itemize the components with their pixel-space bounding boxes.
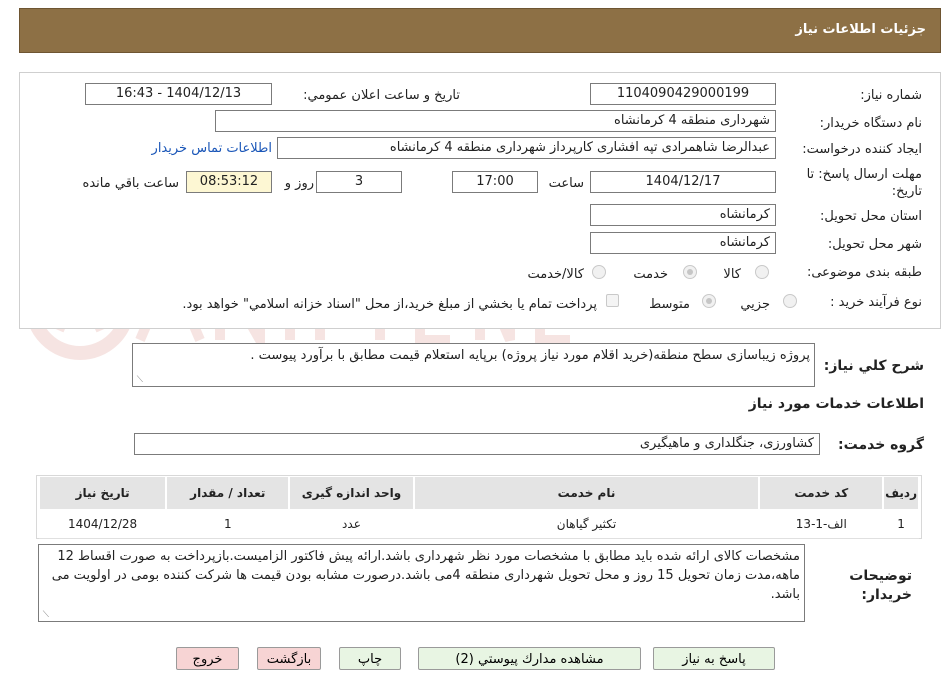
cell-quantity: 1: [166, 509, 290, 539]
process-minor-label: جزيي: [740, 297, 770, 312]
days-remaining-field[interactable]: 3: [316, 171, 402, 193]
days-label: روز و: [284, 176, 314, 191]
need-number-label: شماره نياز:: [860, 88, 922, 103]
col-unit: واحد اندازه گيری: [288, 477, 415, 509]
back-button[interactable]: بازگشت: [257, 647, 321, 670]
cell-row-number: 1: [883, 509, 919, 539]
category-goods-service-label: كالا/خدمت: [527, 267, 584, 282]
treasury-payment-checkbox[interactable]: [606, 294, 619, 307]
category-goods-radio[interactable]: [755, 265, 769, 279]
buyer-notes-label: توضيحات خريدار:: [849, 568, 912, 603]
col-quantity: تعداد / مقدار: [165, 477, 291, 509]
treasury-payment-note: پرداخت تمام يا بخشي از مبلغ خريد،از محل …: [182, 297, 597, 312]
remaining-time-field: 08:53:12: [186, 171, 272, 193]
table-row[interactable]: 1 الف-1-13 تکثیر گیاهان عدد 1 1404/12/28: [39, 509, 919, 539]
view-attachments-button[interactable]: مشاهده مدارك پيوستي (2): [418, 647, 641, 670]
announce-datetime-field[interactable]: 1404/12/13 - 16:43: [85, 83, 272, 105]
process-medium-radio[interactable]: [702, 294, 716, 308]
col-need-date: تاريخ نياز: [37, 477, 168, 509]
service-group-label: گروه خدمت:: [838, 437, 924, 453]
services-table-header: رديف كد خدمت نام خدمت واحد اندازه گيری ت…: [37, 477, 920, 509]
summary-label: شرح كلي نياز:: [823, 358, 924, 374]
cell-unit: عدد: [289, 509, 414, 539]
cell-service-code: الف-1-13: [759, 509, 884, 539]
services-section-title: اطلاعات خدمات مورد نياز: [748, 396, 924, 412]
buyer-org-label: نام دستگاه خريدار:: [819, 116, 922, 131]
page-title: جزئيات اطلاعات نياز: [795, 22, 926, 37]
province-label: استان محل تحويل:: [820, 209, 922, 224]
col-row-number: رديف: [882, 477, 920, 509]
cell-need-date: 1404/12/28: [39, 509, 167, 539]
buyer-notes-text: مشخصات کالای ارائه شده باید مطابق با مشخ…: [51, 549, 800, 602]
summary-text: پروژه زیباسازی سطح منطقه(خرید اقلام مورد…: [250, 348, 810, 363]
col-service-name: نام خدمت: [412, 477, 761, 509]
deadline-label: مهلت ارسال پاسخ: تا تاريخ:: [806, 167, 922, 199]
category-service-label: خدمت: [633, 267, 668, 282]
deadline-time-label: ساعت: [548, 176, 584, 191]
resize-grip-icon[interactable]: ⟋: [135, 376, 143, 385]
announce-label: تاريخ و ساعت اعلان عمومي:: [303, 88, 460, 103]
requester-field[interactable]: عبدالرضا شاهمرادی تپه افشاری کارپرداز شه…: [277, 137, 776, 159]
requester-label: ايجاد كننده درخواست:: [802, 142, 922, 157]
category-service-radio[interactable]: [683, 265, 697, 279]
need-number-field[interactable]: 1104090429000199: [590, 83, 776, 105]
page-header: جزئيات اطلاعات نياز: [19, 8, 941, 53]
province-field[interactable]: کرمانشاه: [590, 204, 776, 226]
process-minor-radio[interactable]: [783, 294, 797, 308]
services-table: رديف كد خدمت نام خدمت واحد اندازه گيری ت…: [37, 477, 920, 539]
deadline-time-field[interactable]: 17:00: [452, 171, 538, 193]
exit-button[interactable]: خروج: [176, 647, 239, 670]
service-group-field[interactable]: کشاورزی، جنگلداری و ماهیگیری: [134, 433, 820, 455]
category-goods-label: كالا: [723, 267, 741, 282]
buyer-org-field[interactable]: شهرداری منطقه 4 کرمانشاه: [215, 110, 776, 132]
print-button[interactable]: چاپ: [339, 647, 401, 670]
city-label: شهر محل تحويل:: [827, 237, 922, 252]
process-label: نوع فرآيند خريد :: [830, 295, 922, 310]
remaining-time-label: ساعت باقي مانده: [82, 176, 179, 191]
cell-service-name: تکثیر گیاهان: [413, 509, 760, 539]
col-service-code: كد خدمت: [758, 477, 885, 509]
summary-textarea[interactable]: پروژه زیباسازی سطح منطقه(خرید اقلام مورد…: [132, 343, 815, 387]
buyer-contact-link[interactable]: اطلاعات تماس خريدار: [152, 141, 272, 156]
category-label: طبقه بندی موضوعی:: [806, 265, 922, 280]
resize-grip-icon[interactable]: ⟋: [41, 611, 49, 620]
city-field[interactable]: کرمانشاه: [590, 232, 776, 254]
reply-to-need-button[interactable]: پاسخ به نياز: [653, 647, 775, 670]
category-goods-service-radio[interactable]: [592, 265, 606, 279]
deadline-date-field[interactable]: 1404/12/17: [590, 171, 776, 193]
process-medium-label: متوسط: [649, 297, 690, 312]
buyer-notes-textarea[interactable]: مشخصات کالای ارائه شده باید مطابق با مشخ…: [38, 544, 805, 622]
